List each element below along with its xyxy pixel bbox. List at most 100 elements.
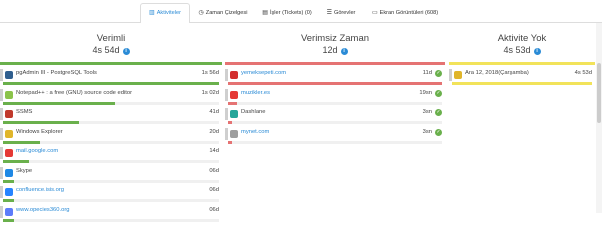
productive-total: 4s 54d i [0,45,222,55]
item-duration: 06d [209,206,219,213]
scrollbar[interactable] [596,23,602,213]
item-name: Skype [16,167,33,174]
drag-handle[interactable] [0,69,3,81]
item-duration: 19sn [419,89,432,96]
music-icon [230,90,238,99]
drag-handle[interactable] [225,69,228,81]
ticket-icon: ▤ [262,10,268,16]
list-item[interactable]: www.opecies360.org 06d [0,203,222,224]
item-name: Notepad++ : a free (GNU) source code edi… [16,89,132,96]
drag-handle[interactable] [0,88,3,101]
item-name: SSMS [16,109,33,115]
usage-bar [228,140,442,144]
unproductive-column: Verimsiz Zaman 12d i yemeksepeti.com 11d ✓ m… [225,30,445,213]
item-name[interactable]: mail.google.com [16,148,58,154]
drag-handle[interactable] [0,205,3,218]
item-duration: 1s 02d [201,89,219,96]
productive-accent-bar [0,62,222,65]
globe-icon [5,207,13,216]
list-item[interactable]: Skype 06d [0,164,222,185]
shield-icon [230,110,238,118]
item-name[interactable]: yemeksepeti.com [241,70,286,76]
item-name[interactable]: confluence.isis.org [16,187,64,193]
thumbs-up-icon[interactable]: ✓ [435,89,442,97]
drag-handle[interactable] [225,127,228,140]
list-item[interactable]: pgAdmin III - PostgreSQL Tools 1s 56d [0,66,222,87]
list-item[interactable]: Dashlane 3sn ✓ [225,105,445,126]
item-duration: 3sn [422,109,432,115]
drag-handle[interactable] [0,147,3,159]
skype-icon [5,168,13,177]
item-name: Dashlane [241,109,266,115]
confluence-icon [5,188,13,196]
tab-timeline[interactable]: ◷ Zaman Çizelgesi [194,3,252,22]
monitor-icon: ▭ [371,10,378,16]
drag-handle[interactable] [225,108,228,120]
list-item[interactable]: yemeksepeti.com 11d ✓ [225,66,445,87]
item-duration: 1s 56d [201,70,219,76]
item-duration: 06d [209,187,219,193]
item-duration: 4s 53d [574,70,592,76]
productive-column: Verimli 4s 54d i pgAdmin III - PostgreSQL… [0,30,222,222]
info-icon[interactable]: i [533,48,541,55]
unproductive-total: 12d i [225,45,445,55]
drag-handle[interactable] [0,166,3,179]
list-item[interactable]: confluence.isis.org 06d [0,183,222,204]
item-name: pgAdmin III - PostgreSQL Tools [16,70,97,76]
item-duration: 20d [209,128,219,135]
notepad-icon [5,90,13,99]
thumbs-up-icon[interactable]: ✓ [435,70,442,77]
tab-screenshots[interactable]: ▭ Ekran Görüntüleri (608) [363,3,447,22]
drag-handle[interactable] [225,88,228,101]
item-name: Ara 12, 2018(Çarşamba) [465,70,529,76]
item-duration: 06d [209,167,219,174]
clock-icon: ◷ [198,10,204,16]
list-item[interactable]: mail.google.com 14d [0,144,222,165]
folder-icon [5,129,13,138]
elephant-icon [5,71,13,79]
thumbs-up-icon[interactable]: ✓ [435,128,442,136]
bar-chart-icon: ▥ [149,10,155,16]
idle-title: Aktivite Yok [497,33,547,44]
item-name[interactable]: mynet.com [241,129,269,135]
item-name: Windows Explorer [16,128,63,135]
list-item[interactable]: mynet.com 3sn ✓ [225,125,445,146]
database-icon [5,110,13,118]
list-item[interactable]: muzikler.es 19sn ✓ [225,86,445,107]
usage-bar-fill [228,140,233,144]
item-name[interactable]: muzikler.es [241,90,270,96]
idle-total: 4s 53d i [449,45,595,55]
info-icon[interactable]: i [340,48,348,55]
idle-accent-bar [449,62,595,65]
item-name[interactable]: www.opecies360.org [16,207,70,213]
folder-icon [454,71,462,79]
thumbs-up-icon[interactable]: ✓ [435,109,442,116]
tab-tickets[interactable]: ▤ İşler (Tickets) (0) [255,3,319,22]
productive-title: Verimli [96,33,126,44]
drag-handle[interactable] [0,186,3,198]
item-duration: 14d [209,148,219,154]
usage-bar-fill [452,82,592,85]
drag-handle[interactable] [0,127,3,140]
list-item[interactable]: Ara 12, 2018(Çarşamba) 4s 53d [449,66,595,87]
list-item[interactable]: Notepad++ : a free (GNU) source code edi… [0,86,222,107]
scrollbar-thumb[interactable] [597,63,601,123]
tab-tasks[interactable]: ☰ Görevler [322,3,360,22]
list-icon: ☰ [326,10,332,16]
drag-handle[interactable] [449,69,452,81]
item-duration: 11d [422,70,432,76]
list-item[interactable]: SSMS 41d [0,105,222,126]
usage-bar-fill [3,218,14,222]
unproductive-accent-bar [225,62,445,65]
info-icon[interactable]: i [122,48,130,55]
usage-bar [452,82,592,85]
item-duration: 3sn [422,128,432,135]
tab-activities[interactable]: ▥ Aktiviteler [140,3,190,23]
idle-column: Aktivite Yok 4s 53d i Ara 12, 2018(Çarşam… [449,30,595,213]
globe-icon [230,129,238,138]
drag-handle[interactable] [0,108,3,120]
tab-bar: ▥ Aktiviteler ◷ Zaman Çizelgesi ▤ İşler (Ti… [0,0,602,23]
item-duration: 41d [209,109,219,115]
food-icon [230,71,238,79]
list-item[interactable]: Windows Explorer 20d [0,125,222,146]
